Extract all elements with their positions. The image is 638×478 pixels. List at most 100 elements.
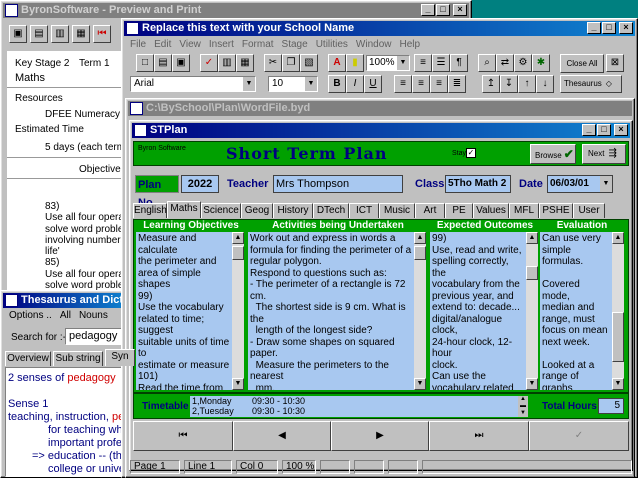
arrow-up-icon[interactable]: ↥ (482, 75, 500, 93)
open-icon[interactable]: ▤ (154, 54, 172, 72)
menu-stage[interactable]: Stage (282, 39, 308, 50)
tab-music[interactable]: Music (379, 203, 415, 218)
minimize-button[interactable]: _ (421, 4, 435, 16)
objectives-text[interactable]: Measure and calculate the perimeter and … (136, 232, 232, 390)
tab-ict[interactable]: ICT (349, 203, 379, 218)
scroll-up-icon[interactable]: ▲ (526, 232, 538, 244)
run-icon[interactable]: ✱ (532, 54, 550, 72)
outcomes-text[interactable]: 99) Use, read and write, spelling correc… (430, 232, 526, 390)
menu-view[interactable]: View (179, 39, 201, 50)
search-input[interactable]: pedagogy (65, 328, 129, 345)
menu-format[interactable]: Format (242, 39, 274, 50)
next-record-button[interactable]: ▶ (331, 421, 429, 451)
bullets-icon[interactable]: ≡ (414, 54, 432, 72)
evaluation-scrollbar[interactable]: ▲ ▼ (612, 232, 624, 390)
minimize-button[interactable]: _ (582, 124, 596, 136)
scroll-up-icon[interactable]: ▲ (612, 232, 624, 244)
menu-all[interactable]: All (60, 310, 71, 321)
scroll-down-icon[interactable]: ▼ (232, 378, 244, 390)
replace-icon[interactable]: ⇄ (496, 54, 514, 72)
print-icon[interactable]: ▦ (236, 54, 254, 72)
save-icon[interactable]: ▣ (172, 54, 190, 72)
date-field[interactable]: 06/03/01 ▼ (547, 175, 613, 193)
align-right-icon[interactable]: ≡ (430, 75, 448, 93)
move-down-icon[interactable]: ↓ (536, 75, 554, 93)
first-page-icon[interactable]: ⏮ (93, 25, 111, 43)
timetable-scroll[interactable]: ▲ ▬ ▼ (518, 396, 528, 417)
last-record-button[interactable]: ⏭ (429, 421, 529, 451)
thesaurus-button[interactable]: Thesaurus ◇ (560, 75, 622, 93)
stay-checkbox[interactable]: ✓ (466, 148, 476, 158)
menu-window[interactable]: Window (356, 39, 392, 50)
menu-edit[interactable]: Edit (154, 39, 171, 50)
post-record-button[interactable]: ✓ (529, 421, 629, 451)
tab-user[interactable]: User (573, 203, 605, 218)
first-record-button[interactable]: ⏮ (133, 421, 233, 451)
move-up-icon[interactable]: ↑ (518, 75, 536, 93)
copy-icon[interactable]: ❐ (282, 54, 300, 72)
italic-button[interactable]: I (346, 75, 364, 93)
tab-pe[interactable]: PE (445, 203, 473, 218)
tab-pshe[interactable]: PSHE (539, 203, 573, 218)
menu-file[interactable]: File (130, 39, 146, 50)
paste-icon[interactable]: ▧ (300, 54, 318, 72)
save-icon[interactable]: ▣ (9, 25, 27, 43)
teacher-field[interactable]: Mrs Thompson (273, 175, 403, 193)
scroll-down-icon[interactable]: ▼ (526, 378, 538, 390)
maximize-button[interactable]: □ (597, 124, 611, 136)
tab-maths[interactable]: Maths (167, 201, 201, 218)
close-all-button[interactable]: Close All (560, 54, 604, 73)
class-field[interactable]: 5Tho Math 2 (445, 175, 511, 193)
menu-options[interactable]: Options .. (9, 310, 52, 321)
menu-help[interactable]: Help (400, 39, 421, 50)
print-preview-icon[interactable]: ▥ (218, 54, 236, 72)
tab-dtech[interactable]: DTech (313, 203, 349, 218)
menu-utilities[interactable]: Utilities (316, 39, 348, 50)
arrow-down-icon[interactable]: ↧ (500, 75, 518, 93)
browse-button[interactable]: Browse ✔ (530, 144, 576, 164)
menu-insert[interactable]: Insert (209, 39, 234, 50)
open-icon[interactable]: ▤ (30, 25, 48, 43)
tab-substring[interactable]: Sub string (53, 351, 103, 366)
outcomes-scrollbar[interactable]: ▲ ▼ (526, 232, 538, 390)
prev-record-button[interactable]: ◀ (233, 421, 331, 451)
spell-icon[interactable]: ✓ (200, 54, 218, 72)
size-select[interactable]: 10 ▼ (268, 76, 318, 92)
justify-icon[interactable]: ≣ (448, 75, 466, 93)
activities-scrollbar[interactable]: ▲ ▼ (414, 232, 426, 390)
cut-icon[interactable]: ✂ (264, 54, 282, 72)
font-select[interactable]: Arial ▼ (130, 76, 256, 92)
tab-science[interactable]: Science (201, 203, 241, 218)
numbering-icon[interactable]: ☰ (432, 54, 450, 72)
bold-button[interactable]: B (328, 75, 346, 93)
tab-synonyms[interactable]: Syn (105, 349, 135, 366)
close-all-icon[interactable]: ⊠ (606, 54, 624, 72)
zoom-select[interactable]: 100% ▼ (366, 55, 410, 71)
tab-overview[interactable]: Overview (5, 351, 51, 366)
evaluation-text[interactable]: Can use very simple formulas. Covered mo… (540, 232, 612, 390)
menu-nouns[interactable]: Nouns (79, 310, 108, 321)
font-color-icon[interactable]: A (328, 54, 346, 72)
total-hours-field[interactable]: 5 (598, 398, 624, 414)
objectives-scrollbar[interactable]: ▲ ▼ (232, 232, 244, 390)
print-setup-icon[interactable]: ▦ (72, 25, 90, 43)
scroll-up-icon[interactable]: ▲ (414, 232, 426, 244)
tab-geog[interactable]: Geog (241, 203, 273, 218)
close-button[interactable]: × (453, 4, 467, 16)
plan-no-field[interactable]: 2022 (181, 175, 219, 193)
align-center-icon[interactable]: ≡ (412, 75, 430, 93)
new-icon[interactable]: □ (136, 54, 154, 72)
next-button[interactable]: Next ⇶ (582, 144, 626, 164)
maximize-button[interactable]: □ (436, 4, 450, 16)
tab-art[interactable]: Art (415, 203, 445, 218)
scroll-down-icon[interactable]: ▼ (414, 378, 426, 390)
minimize-button[interactable]: _ (587, 22, 601, 34)
tab-history[interactable]: History (273, 203, 313, 218)
tool-icon[interactable]: ⚙ (514, 54, 532, 72)
tab-english[interactable]: English (133, 203, 167, 218)
scroll-up-icon[interactable]: ▲ (232, 232, 244, 244)
close-button[interactable]: × (619, 22, 633, 34)
close-button[interactable]: × (614, 124, 628, 136)
tab-values[interactable]: Values (473, 203, 509, 218)
maximize-button[interactable]: □ (602, 22, 616, 34)
